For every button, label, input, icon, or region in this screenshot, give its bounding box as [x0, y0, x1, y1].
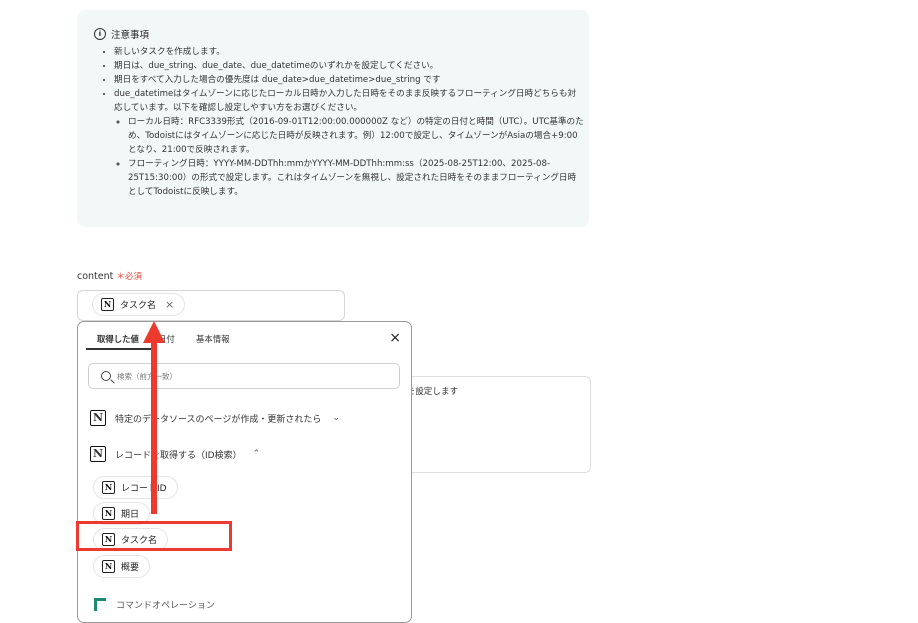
content-input[interactable]: N タスク名 ×	[77, 290, 345, 321]
content-label: content	[77, 271, 114, 282]
notion-icon: N	[102, 507, 115, 520]
notice-sublist: ローカル日時：RFC3339形式（2016-09-01T12:00:00.000…	[114, 115, 584, 199]
content-chip[interactable]: N タスク名 ×	[93, 294, 185, 315]
notice-subitem: ローカル日時：RFC3339形式（2016-09-01T12:00:00.000…	[128, 115, 584, 157]
notice-list: 新しいタスクを作成します。 期日は、due_string、due_date、du…	[99, 45, 584, 199]
notion-icon: N	[102, 560, 115, 573]
content-chip-label: タスク名	[120, 301, 157, 311]
search-input[interactable]: 検索（前方一致）	[88, 363, 400, 389]
annotation-highlight-box	[76, 521, 232, 551]
content-field-label: content ＊必須	[77, 270, 142, 282]
notice-panel: i 注意事項 新しいタスクを作成します。 期日は、due_string、due_…	[77, 10, 589, 227]
chevron-down-icon: ⌄	[332, 413, 340, 423]
section-label: 特定のデータソースのページが作成・更新されたら	[115, 414, 322, 425]
search-placeholder: 検索（前方一致）	[117, 371, 177, 381]
annotation-arrow-shaft	[151, 338, 157, 514]
info-icon: i	[94, 28, 106, 40]
notice-subitem: フローティング日時：YYYY-MM-DDThh:mmかYYYY-MM-DDThh…	[128, 157, 584, 199]
value-chip-label: 概要	[121, 563, 140, 573]
popup-tabs: 取得した値 日付 基本情報	[78, 322, 411, 351]
value-chip-label: 期日	[121, 510, 140, 520]
section-get-record[interactable]: N レコードを取得する（ID検索） ⌃	[90, 446, 260, 462]
chip-remove-icon[interactable]: ×	[165, 298, 174, 311]
tab-acquired-values[interactable]: 取得した値	[97, 333, 139, 345]
notion-icon: N	[90, 446, 106, 462]
required-text: 必須	[124, 272, 142, 282]
notice-item-text: due_datetimeはタイムゾーンに応じたローカル日時か入力した日時をそのま…	[114, 89, 577, 113]
chevron-up-icon: ⌃	[252, 449, 261, 459]
section-label: レコードを取得する（ID検索）	[115, 450, 242, 461]
notion-icon: N	[102, 481, 115, 494]
search-icon	[101, 371, 111, 381]
close-icon[interactable]: ×	[389, 330, 401, 346]
required-mark: ＊必須	[116, 272, 142, 282]
section-label: コマンドオペレーション	[116, 601, 215, 611]
notice-title-text: 注意事項	[111, 30, 150, 41]
command-icon	[94, 598, 106, 611]
section-command-operation[interactable]: コマンドオペレーション	[94, 598, 215, 611]
value-picker-popup: 取得した値 日付 基本情報 × 検索（前方一致） N 特定のデータソースのページ…	[77, 321, 412, 623]
value-chip-record-id[interactable]: N レコードID	[94, 477, 177, 498]
active-tab-indicator	[86, 348, 151, 350]
notice-item: 期日は、due_string、due_date、due_datetimeのいずれ…	[114, 59, 584, 73]
notice-title: i 注意事項	[94, 27, 149, 41]
notice-item: due_datetimeはタイムゾーンに応じたローカル日時か入力した日時をそのま…	[114, 87, 584, 199]
notion-icon: N	[90, 410, 106, 426]
annotation-arrow-head	[143, 321, 165, 343]
section-trigger[interactable]: N 特定のデータソースのページが作成・更新されたら ⌄	[90, 410, 340, 426]
value-chip-summary[interactable]: N 概要	[94, 556, 150, 577]
notice-item: 期日をすべて入力した場合の優先度は due_date>due_datetime>…	[114, 73, 584, 87]
notice-item: 新しいタスクを作成します。	[114, 45, 584, 59]
tab-basic-info[interactable]: 基本情報	[196, 333, 230, 345]
value-chip-label: レコードID	[121, 484, 167, 494]
notion-icon: N	[101, 298, 114, 311]
